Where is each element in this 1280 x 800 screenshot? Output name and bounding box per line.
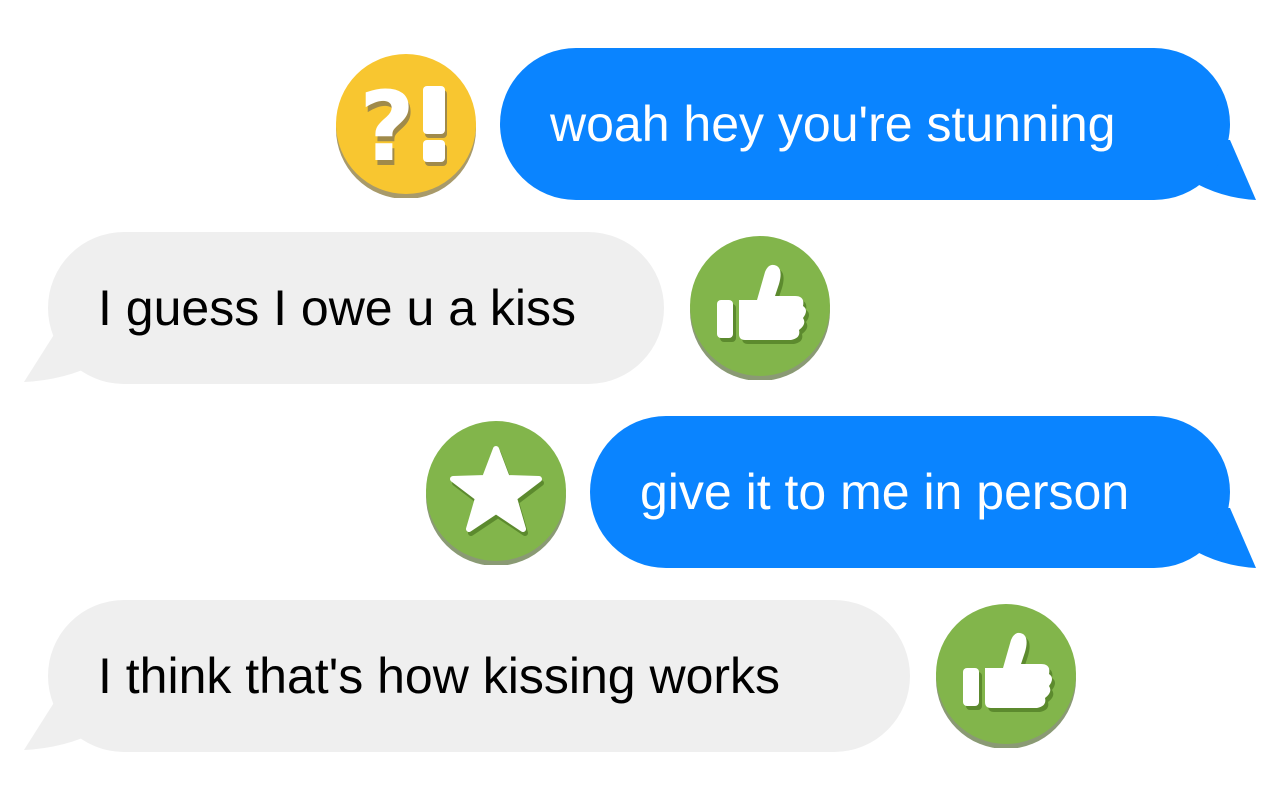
thumbs-up-icon[interactable] [933, 602, 1079, 748]
message-bubble-outgoing[interactable]: give it to me in person [590, 416, 1230, 568]
chat-thread: ? ? woah hey you're stunning I guess I o… [0, 0, 1280, 800]
svg-text:?: ? [359, 71, 415, 183]
message-text: I guess I owe u a kiss [98, 280, 577, 336]
thumbs-up-icon[interactable] [687, 234, 833, 380]
message-bubble-outgoing[interactable]: woah hey you're stunning [500, 48, 1230, 200]
message-bubble-incoming[interactable]: I think that's how kissing works [48, 600, 910, 752]
message-text: woah hey you're stunning [550, 96, 1116, 152]
question-exclamation-icon[interactable]: ? ? [333, 52, 479, 198]
message-text: I think that's how kissing works [98, 648, 781, 704]
message-bubble-incoming[interactable]: I guess I owe u a kiss [48, 232, 664, 384]
star-icon[interactable] [423, 419, 569, 565]
message-text: give it to me in person [640, 464, 1130, 520]
